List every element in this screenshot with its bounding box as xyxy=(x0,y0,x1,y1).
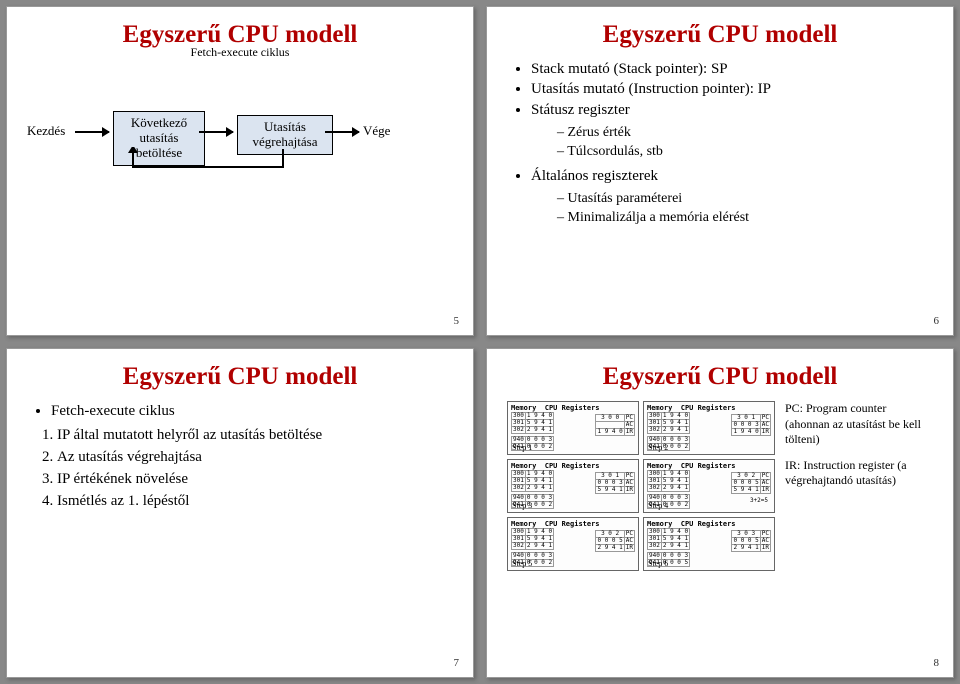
arrow-icon xyxy=(75,131,109,133)
arrow-icon xyxy=(199,131,233,133)
sub-bullet: Utasítás paraméterei xyxy=(557,190,933,209)
slide-4: Egyszerű CPU modell Memory CPU Registers… xyxy=(486,348,954,678)
lead-bullet: Fetch-execute ciklus xyxy=(51,401,453,421)
page-number: 8 xyxy=(934,657,940,669)
bullet-list: Stack mutató (Stack pointer): SP Utasítá… xyxy=(513,59,933,228)
step-tile: Memory CPU Registers 3001 9 4 03015 9 4 … xyxy=(643,401,775,455)
step-tile: Memory CPU Registers 3001 9 4 03015 9 4 … xyxy=(507,459,639,513)
step-item: IP által mutatott helyről az utasítás be… xyxy=(57,425,453,447)
bullet: Általános regiszterek xyxy=(531,166,933,186)
bullet: Utasítás mutató (Instruction pointer): I… xyxy=(531,79,933,99)
arrow-icon xyxy=(325,131,359,133)
side-notes: PC: Program counter (ahonnan az utasítás… xyxy=(785,401,933,571)
step-item: Az utasítás végrehajtása xyxy=(57,447,453,469)
loop-arrow-icon xyxy=(113,147,323,183)
slide-title: Egyszerű CPU modell xyxy=(507,363,933,391)
note-pc: PC: Program counter (ahonnan az utasítás… xyxy=(785,401,933,448)
subtitle: Fetch-execute ciklus xyxy=(27,45,453,60)
page-number: 7 xyxy=(454,657,460,669)
step-item: IP értékének növelése xyxy=(57,469,453,491)
flow-start: Kezdés xyxy=(27,123,65,139)
slide-1: Egyszerű CPU modell Fetch-execute ciklus… xyxy=(6,6,474,336)
flow-end: Vége xyxy=(363,123,390,139)
sub-bullet: Minimalizálja a memória elérést xyxy=(557,209,933,228)
sub-bullet: Zérus érték xyxy=(557,124,933,143)
note-ir: IR: Instruction register (a végrehajtand… xyxy=(785,458,933,489)
lead-list: Fetch-execute ciklus xyxy=(33,401,453,421)
bullet: Stack mutató (Stack pointer): SP xyxy=(531,59,933,79)
flow-diagram: Kezdés Következő utasítás betöltése Utas… xyxy=(27,85,453,195)
step-tile: Memory CPU Registers 3001 9 4 03015 9 4 … xyxy=(507,517,639,571)
slide-2: Egyszerű CPU modell Stack mutató (Stack … xyxy=(486,6,954,336)
step-tile: Memory CPU Registers 3001 9 4 03015 9 4 … xyxy=(643,459,775,513)
page-number: 6 xyxy=(934,315,940,327)
step-tile: Memory CPU Registers 3001 9 4 03015 9 4 … xyxy=(643,517,775,571)
bullet: Státusz regiszter xyxy=(531,100,933,120)
slide-3: Egyszerű CPU modell Fetch-execute ciklus… xyxy=(6,348,474,678)
page-number: 5 xyxy=(454,315,460,327)
cpu-steps-diagram: Memory CPU Registers 3001 9 4 03015 9 4 … xyxy=(507,401,775,571)
step-tile: Memory CPU Registers 3001 9 4 03015 9 4 … xyxy=(507,401,639,455)
slide-title: Egyszerű CPU modell xyxy=(507,21,933,49)
steps-list: IP által mutatott helyről az utasítás be… xyxy=(33,425,453,512)
sub-bullet: Túlcsordulás, stb xyxy=(557,143,933,162)
step-item: Ismétlés az 1. lépéstől xyxy=(57,491,453,513)
slide-title: Egyszerű CPU modell xyxy=(27,363,453,391)
